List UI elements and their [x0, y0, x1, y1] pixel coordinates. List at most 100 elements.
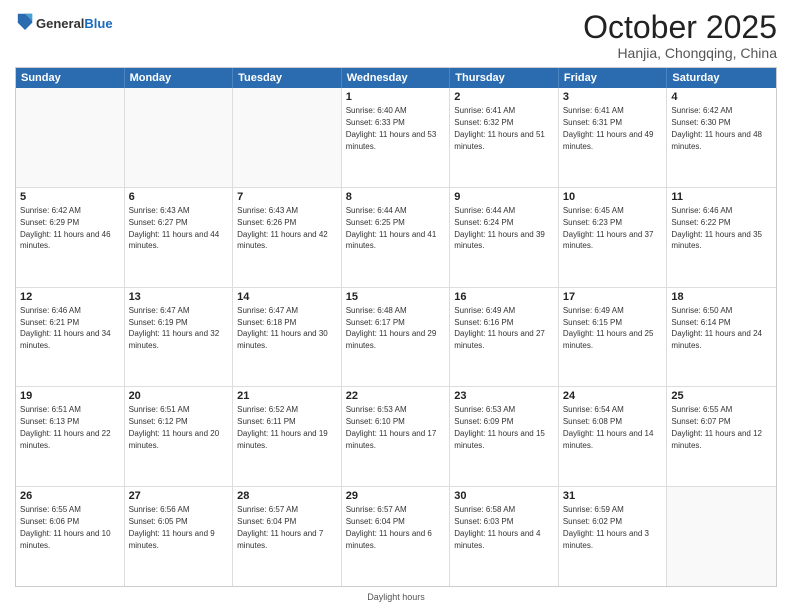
cell-text: Sunrise: 6:43 AMSunset: 6:27 PMDaylight:…	[129, 206, 220, 250]
day-number: 27	[129, 490, 229, 502]
dow-monday: Monday	[125, 68, 234, 88]
cell-text: Sunrise: 6:50 AMSunset: 6:14 PMDaylight:…	[671, 306, 762, 350]
cal-cell: 13Sunrise: 6:47 AMSunset: 6:19 PMDayligh…	[125, 288, 234, 387]
cal-cell	[16, 88, 125, 187]
cal-cell: 1 Sunrise: 6:40 AMSunset: 6:33 PMDaylight…	[342, 88, 451, 187]
day-number: 7	[237, 191, 337, 203]
cell-text: Sunrise: 6:42 AMSunset: 6:29 PMDaylight:…	[20, 206, 111, 250]
cell-text: Sunrise: 6:44 AMSunset: 6:24 PMDaylight:…	[454, 206, 545, 250]
cal-cell: 20 Sunrise: 6:51 AMSunset: 6:12 PMDayligh…	[125, 387, 234, 486]
footer-text: Daylight hours	[367, 592, 425, 602]
day-number: 1	[346, 91, 446, 103]
cal-cell: 2 Sunrise: 6:41 AMSunset: 6:32 PMDaylight…	[450, 88, 559, 187]
cal-cell	[233, 88, 342, 187]
cell-text: Sunrise: 6:44 AMSunset: 6:25 PMDaylight:…	[346, 206, 437, 250]
day-number: 18	[671, 291, 772, 303]
title-block: October 2025 Hanjia, Chongqing, China	[583, 10, 777, 61]
cal-cell: 14Sunrise: 6:47 AMSunset: 6:18 PMDayligh…	[233, 288, 342, 387]
cell-text: Sunrise: 6:40 AMSunset: 6:33 PMDaylight:…	[346, 106, 437, 150]
cell-text: Sunrise: 6:51 AMSunset: 6:12 PMDaylight:…	[129, 405, 220, 449]
day-number: 8	[346, 191, 446, 203]
cal-cell: 21Sunrise: 6:52 AMSunset: 6:11 PMDayligh…	[233, 387, 342, 486]
cell-text: Sunrise: 6:58 AMSunset: 6:03 PMDaylight:…	[454, 505, 540, 549]
cal-cell: 28 Sunrise: 6:57 AMSunset: 6:04 PMDayligh…	[233, 487, 342, 586]
day-number: 5	[20, 191, 120, 203]
dow-wednesday: Wednesday	[342, 68, 451, 88]
dow-saturday: Saturday	[667, 68, 776, 88]
cell-text: Sunrise: 6:43 AMSunset: 6:26 PMDaylight:…	[237, 206, 328, 250]
cell-text: Sunrise: 6:59 AMSunset: 6:02 PMDaylight:…	[563, 505, 649, 549]
day-number: 28	[237, 490, 337, 502]
cal-cell: 29 Sunrise: 6:57 AMSunset: 6:04 PMDayligh…	[342, 487, 451, 586]
cal-cell: 4Sunrise: 6:42 AMSunset: 6:30 PMDaylight…	[667, 88, 776, 187]
cell-text: Sunrise: 6:51 AMSunset: 6:13 PMDaylight:…	[20, 405, 111, 449]
cell-text: Sunrise: 6:46 AMSunset: 6:21 PMDaylight:…	[20, 306, 111, 350]
cell-text: Sunrise: 6:53 AMSunset: 6:10 PMDaylight:…	[346, 405, 437, 449]
logo-text: GeneralBlue	[36, 16, 113, 32]
cal-cell: 30 Sunrise: 6:58 AMSunset: 6:03 PMDayligh…	[450, 487, 559, 586]
calendar: Sunday Monday Tuesday Wednesday Thursday…	[15, 67, 777, 587]
location: Hanjia, Chongqing, China	[583, 45, 777, 61]
cal-cell: 7 Sunrise: 6:43 AMSunset: 6:26 PMDaylight…	[233, 188, 342, 287]
day-number: 24	[563, 390, 663, 402]
dow-tuesday: Tuesday	[233, 68, 342, 88]
cal-cell: 18 Sunrise: 6:50 AMSunset: 6:14 PMDayligh…	[667, 288, 776, 387]
cal-week-1: 5 Sunrise: 6:42 AMSunset: 6:29 PMDaylight…	[16, 188, 776, 288]
cell-text: Sunrise: 6:57 AMSunset: 6:04 PMDaylight:…	[237, 505, 323, 549]
cell-text: Sunrise: 6:57 AMSunset: 6:04 PMDaylight:…	[346, 505, 432, 549]
cal-cell: 15 Sunrise: 6:48 AMSunset: 6:17 PMDayligh…	[342, 288, 451, 387]
cal-cell	[125, 88, 234, 187]
cal-week-0: 1 Sunrise: 6:40 AMSunset: 6:33 PMDaylight…	[16, 88, 776, 188]
day-number: 29	[346, 490, 446, 502]
cell-text: Sunrise: 6:41 AMSunset: 6:31 PMDaylight:…	[563, 106, 654, 150]
day-number: 11	[671, 191, 772, 203]
cal-cell: 26Sunrise: 6:55 AMSunset: 6:06 PMDayligh…	[16, 487, 125, 586]
cal-cell: 8 Sunrise: 6:44 AMSunset: 6:25 PMDaylight…	[342, 188, 451, 287]
day-number: 19	[20, 390, 120, 402]
cell-text: Sunrise: 6:47 AMSunset: 6:19 PMDaylight:…	[129, 306, 220, 350]
footer: Daylight hours	[15, 592, 777, 602]
cell-text: Sunrise: 6:41 AMSunset: 6:32 PMDaylight:…	[454, 106, 545, 150]
dow-thursday: Thursday	[450, 68, 559, 88]
cal-cell: 24 Sunrise: 6:54 AMSunset: 6:08 PMDayligh…	[559, 387, 668, 486]
dow-sunday: Sunday	[16, 68, 125, 88]
cal-cell: 23Sunrise: 6:53 AMSunset: 6:09 PMDayligh…	[450, 387, 559, 486]
day-number: 12	[20, 291, 120, 303]
day-number: 15	[346, 291, 446, 303]
cal-cell: 3 Sunrise: 6:41 AMSunset: 6:31 PMDaylight…	[559, 88, 668, 187]
day-number: 10	[563, 191, 663, 203]
dow-friday: Friday	[559, 68, 668, 88]
cell-text: Sunrise: 6:55 AMSunset: 6:06 PMDaylight:…	[20, 505, 111, 549]
day-number: 2	[454, 91, 554, 103]
cal-week-3: 19 Sunrise: 6:51 AMSunset: 6:13 PMDayligh…	[16, 387, 776, 487]
cal-week-4: 26Sunrise: 6:55 AMSunset: 6:06 PMDayligh…	[16, 487, 776, 586]
cell-text: Sunrise: 6:49 AMSunset: 6:16 PMDaylight:…	[454, 306, 545, 350]
month-title: October 2025	[583, 10, 777, 45]
day-number: 30	[454, 490, 554, 502]
cal-cell: 10Sunrise: 6:45 AMSunset: 6:23 PMDayligh…	[559, 188, 668, 287]
cal-cell: 22Sunrise: 6:53 AMSunset: 6:10 PMDayligh…	[342, 387, 451, 486]
day-number: 21	[237, 390, 337, 402]
page: GeneralBlue October 2025 Hanjia, Chongqi…	[0, 0, 792, 612]
cal-cell: 9Sunrise: 6:44 AMSunset: 6:24 PMDaylight…	[450, 188, 559, 287]
cell-text: Sunrise: 6:48 AMSunset: 6:17 PMDaylight:…	[346, 306, 437, 350]
logo: GeneralBlue	[15, 10, 113, 37]
cal-cell: 6Sunrise: 6:43 AMSunset: 6:27 PMDaylight…	[125, 188, 234, 287]
logo-icon	[16, 10, 34, 32]
day-number: 3	[563, 91, 663, 103]
cal-cell: 17Sunrise: 6:49 AMSunset: 6:15 PMDayligh…	[559, 288, 668, 387]
cell-text: Sunrise: 6:42 AMSunset: 6:30 PMDaylight:…	[671, 106, 762, 150]
logo-blue: Blue	[84, 16, 112, 31]
cell-text: Sunrise: 6:53 AMSunset: 6:09 PMDaylight:…	[454, 405, 545, 449]
day-number: 20	[129, 390, 229, 402]
calendar-header: Sunday Monday Tuesday Wednesday Thursday…	[16, 68, 776, 88]
cell-text: Sunrise: 6:54 AMSunset: 6:08 PMDaylight:…	[563, 405, 654, 449]
cal-cell: 11Sunrise: 6:46 AMSunset: 6:22 PMDayligh…	[667, 188, 776, 287]
day-number: 14	[237, 291, 337, 303]
cell-text: Sunrise: 6:56 AMSunset: 6:05 PMDaylight:…	[129, 505, 215, 549]
cal-cell: 16Sunrise: 6:49 AMSunset: 6:16 PMDayligh…	[450, 288, 559, 387]
cal-cell: 12 Sunrise: 6:46 AMSunset: 6:21 PMDayligh…	[16, 288, 125, 387]
day-number: 31	[563, 490, 663, 502]
cal-cell: 31 Sunrise: 6:59 AMSunset: 6:02 PMDayligh…	[559, 487, 668, 586]
cal-cell: 19 Sunrise: 6:51 AMSunset: 6:13 PMDayligh…	[16, 387, 125, 486]
